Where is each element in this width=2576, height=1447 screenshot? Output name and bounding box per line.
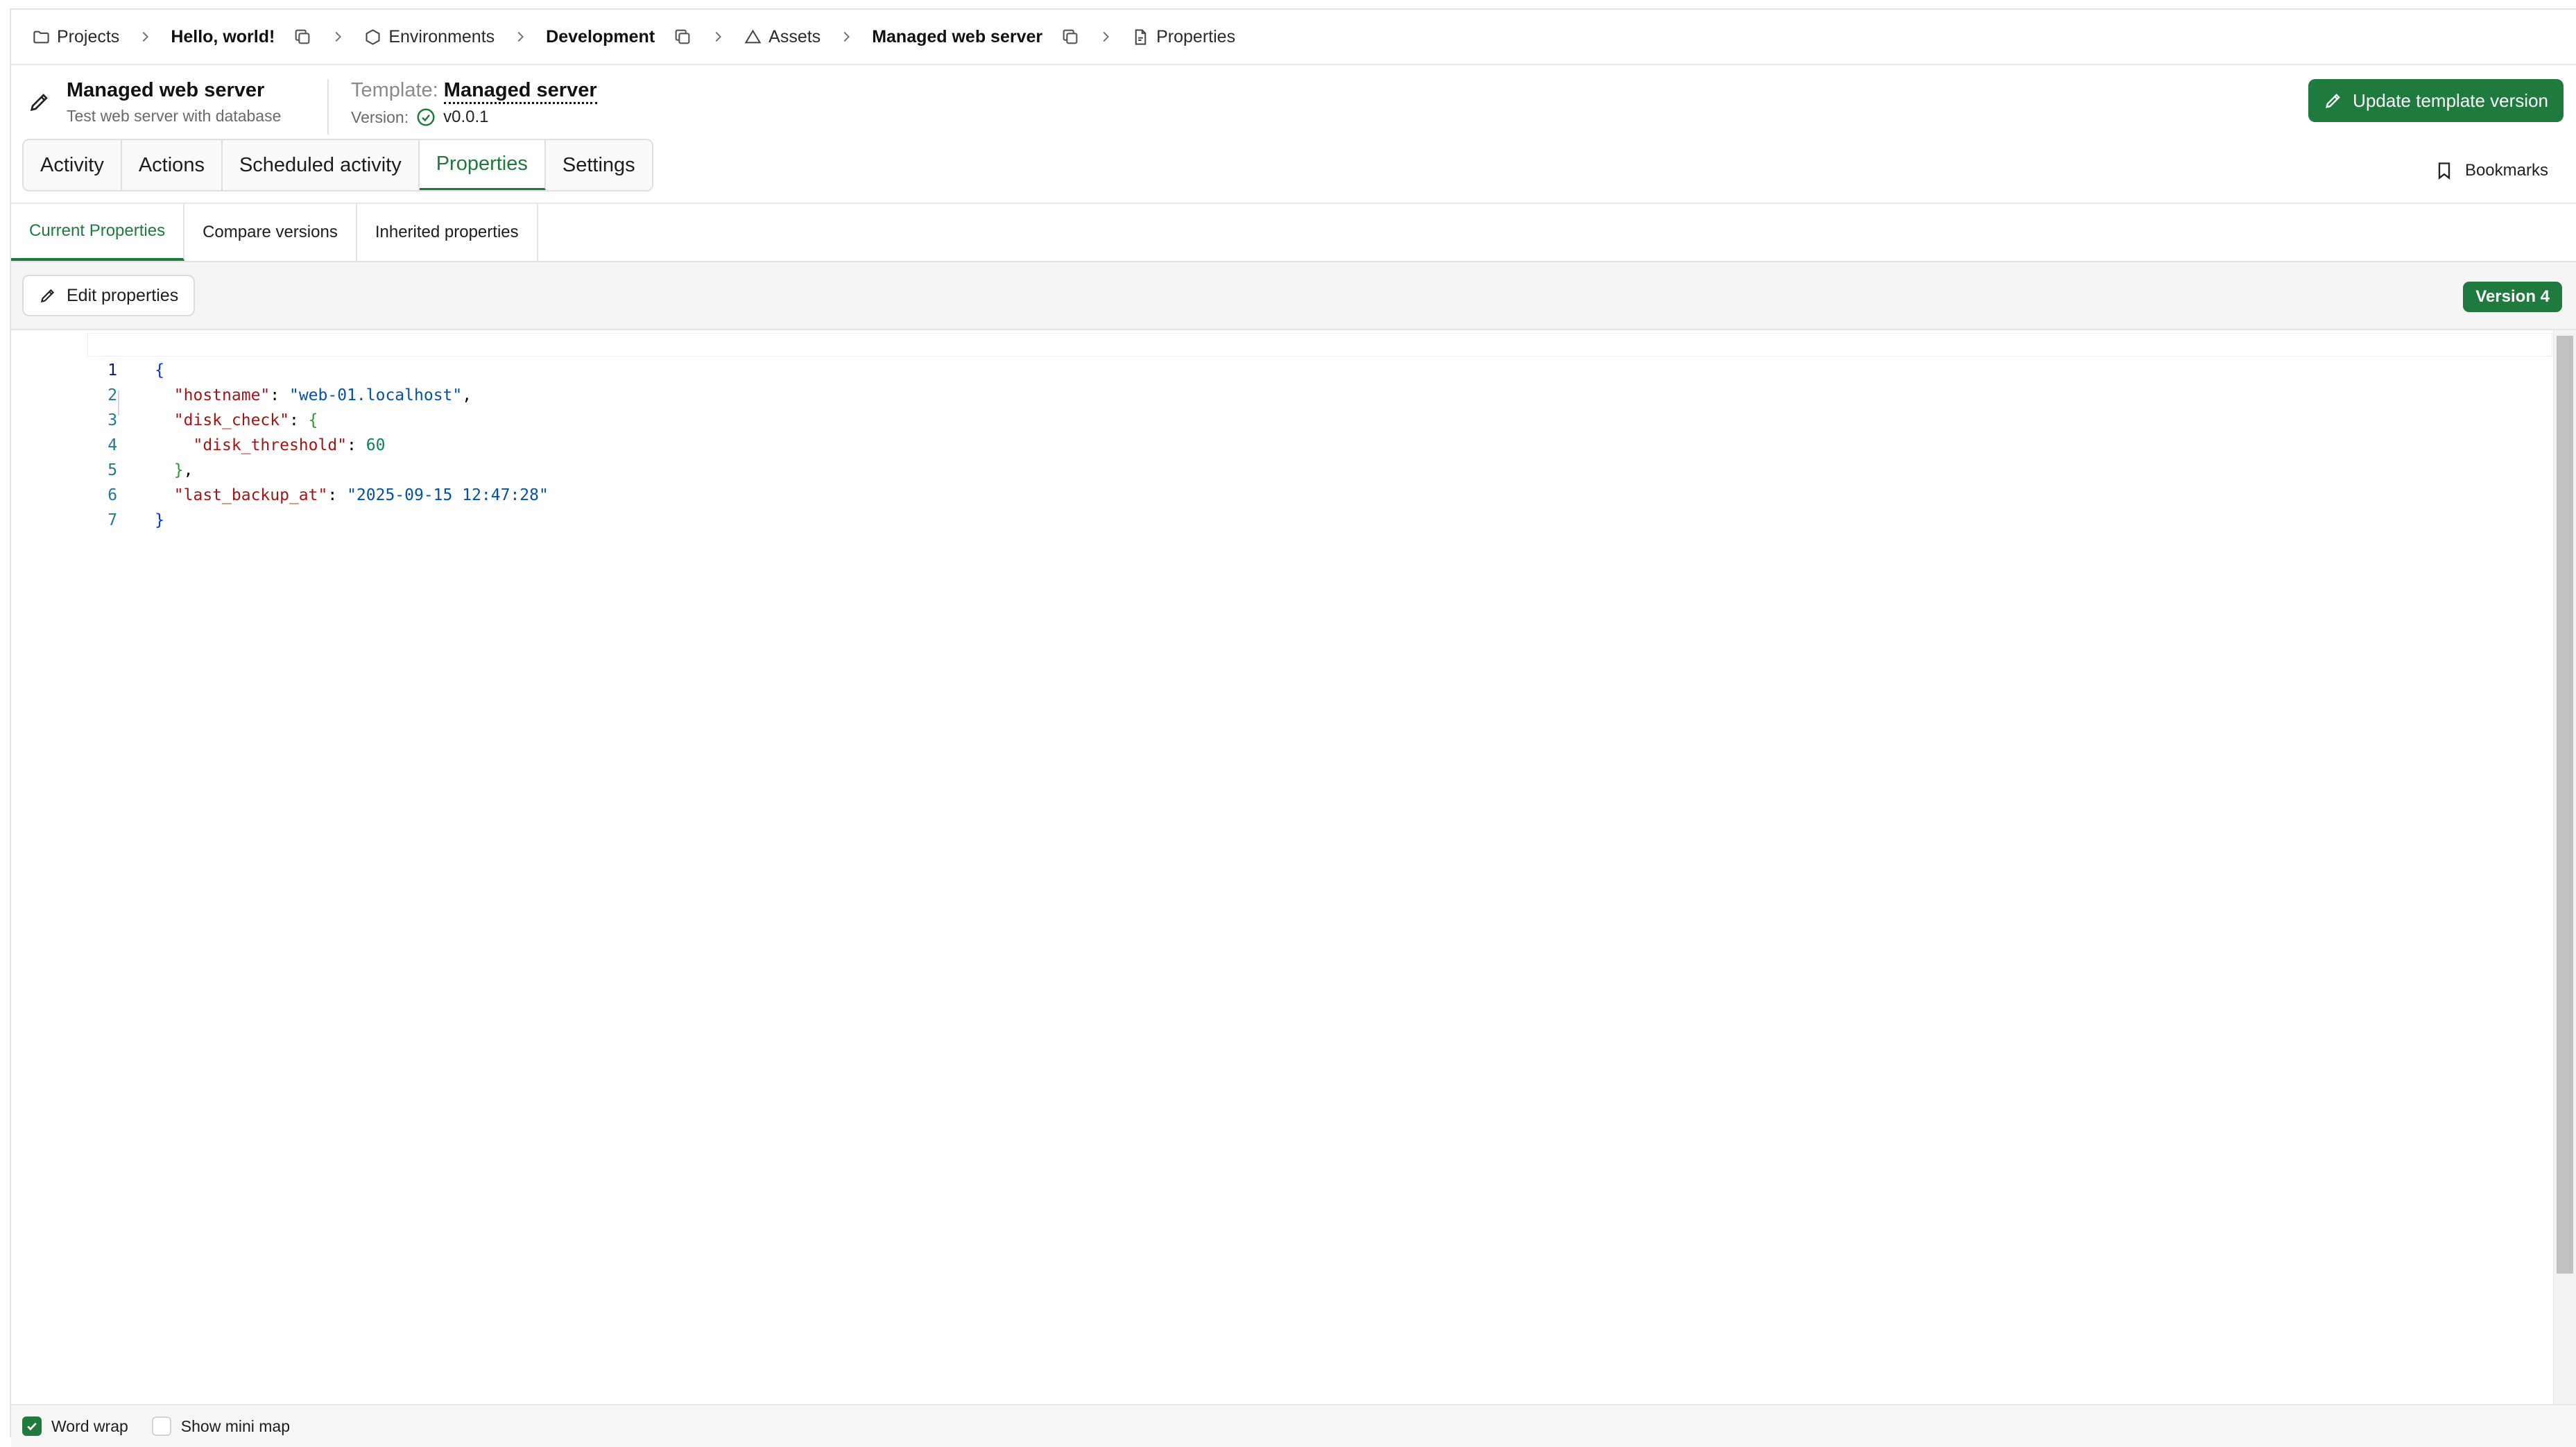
triangle-icon bbox=[744, 29, 762, 43]
pencil-icon bbox=[2326, 94, 2340, 108]
breadcrumb-properties-label: Properties bbox=[1156, 26, 1236, 46]
breadcrumb-asset-label: Managed web server bbox=[872, 26, 1043, 46]
bookmark-icon bbox=[2438, 162, 2450, 180]
breadcrumb-environments-label: Environments bbox=[388, 26, 495, 46]
breadcrumb-project-label: Hello, world! bbox=[171, 26, 275, 46]
update-template-version-label: Update template version bbox=[2353, 89, 2548, 111]
edit-properties-label: Edit properties bbox=[67, 285, 179, 305]
asset-title: Managed web server bbox=[67, 79, 265, 101]
bookmarks-button[interactable]: Bookmarks bbox=[2435, 161, 2548, 180]
header-divider bbox=[327, 79, 329, 135]
chevron-right-icon bbox=[142, 31, 149, 42]
chevron-right-icon bbox=[335, 31, 342, 42]
breadcrumb-environment[interactable]: Development bbox=[546, 27, 655, 47]
breadcrumb-projects[interactable]: Projects bbox=[32, 27, 119, 47]
code-line: 2 "hostname": "web-01.localhost", bbox=[11, 358, 472, 404]
json-key: "last_backup_at" bbox=[173, 486, 328, 504]
check-icon bbox=[27, 1422, 37, 1431]
tab-actions[interactable]: Actions bbox=[121, 140, 223, 190]
tab-properties[interactable]: Properties bbox=[419, 140, 546, 190]
breadcrumb-assets-label: Assets bbox=[768, 26, 821, 46]
template-info: Template: Managed server bbox=[351, 79, 597, 104]
chevron-right-icon bbox=[715, 31, 722, 42]
hexagon-icon bbox=[366, 28, 380, 45]
chevron-right-icon bbox=[843, 31, 850, 42]
subtabs: Current Properties Compare versions Inhe… bbox=[11, 203, 2576, 262]
show-mini-map-label: Show mini map bbox=[180, 1416, 291, 1435]
breadcrumb-project[interactable]: Hello, world! bbox=[171, 27, 275, 47]
properties-toolbar: Edit properties Version 4 bbox=[11, 262, 2576, 330]
document-icon bbox=[1135, 28, 1147, 45]
breadcrumb-properties[interactable]: Properties bbox=[1131, 27, 1235, 47]
code-line: 5 }, bbox=[11, 433, 193, 479]
version-value: v0.0.1 bbox=[443, 108, 489, 126]
template-link[interactable]: Managed server bbox=[443, 79, 597, 104]
editor-footer: Word wrap Show mini map bbox=[11, 1404, 2576, 1447]
edit-properties-button[interactable]: Edit properties bbox=[22, 275, 196, 316]
line-number: 7 bbox=[108, 511, 118, 529]
app-frame: Projects Hello, world! Environments Deve… bbox=[10, 8, 2576, 1447]
pencil-icon[interactable] bbox=[28, 90, 51, 114]
breadcrumb-assets[interactable]: Assets bbox=[744, 27, 821, 47]
copy-icon[interactable] bbox=[673, 27, 692, 46]
version-label: Version: bbox=[351, 108, 409, 126]
main-tabs: Activity Actions Scheduled activity Prop… bbox=[22, 139, 653, 191]
json-key: "disk_threshold" bbox=[193, 436, 347, 454]
version-badge: Version 4 bbox=[2463, 282, 2562, 312]
breadcrumb-environments[interactable]: Environments bbox=[363, 27, 495, 47]
folder-icon bbox=[33, 31, 49, 43]
show-mini-map-checkbox[interactable]: Show mini map bbox=[151, 1416, 291, 1436]
checkbox-checked[interactable] bbox=[22, 1416, 42, 1436]
pencil-icon bbox=[40, 289, 55, 303]
bookmarks-label: Bookmarks bbox=[2464, 161, 2548, 180]
word-wrap-label: Word wrap bbox=[51, 1416, 128, 1435]
copy-icon[interactable] bbox=[293, 27, 312, 46]
version-info: Version: v0.0.1 bbox=[351, 107, 489, 128]
json-number: 60 bbox=[366, 436, 386, 454]
code-line: 3 "disk_check": { bbox=[11, 383, 318, 429]
tab-settings[interactable]: Settings bbox=[545, 140, 652, 190]
json-string: "2025-09-15 12:47:28" bbox=[347, 486, 549, 504]
update-template-version-button[interactable]: Update template version bbox=[2308, 79, 2564, 122]
code-editor[interactable]: 1{ 2 "hostname": "web-01.localhost", 3 "… bbox=[11, 330, 2576, 1404]
tab-scheduled-activity[interactable]: Scheduled activity bbox=[222, 140, 420, 190]
subtab-compare-versions[interactable]: Compare versions bbox=[184, 204, 357, 261]
breadcrumb-asset[interactable]: Managed web server bbox=[872, 27, 1042, 47]
check-circle-icon bbox=[417, 108, 435, 126]
chevron-right-icon bbox=[1103, 31, 1110, 42]
breadcrumb: Projects Hello, world! Environments Deve… bbox=[11, 10, 2576, 65]
checkbox-unchecked[interactable] bbox=[151, 1416, 171, 1436]
asset-description: Test web server with database bbox=[67, 107, 282, 125]
tab-activity[interactable]: Activity bbox=[24, 140, 122, 190]
code-line: 1{ bbox=[11, 333, 164, 379]
editor-scrollbar-thumb[interactable] bbox=[2557, 336, 2573, 1274]
copy-icon[interactable] bbox=[1061, 27, 1080, 46]
code-line: 4 "disk_threshold": 60 bbox=[11, 408, 385, 454]
subtab-current-properties[interactable]: Current Properties bbox=[11, 204, 185, 261]
current-line-highlight bbox=[87, 333, 2552, 357]
code-line: 6 "last_backup_at": "2025-09-15 12:47:28… bbox=[11, 458, 549, 504]
editor-scrollbar[interactable] bbox=[2553, 330, 2576, 1404]
breadcrumb-environment-label: Development bbox=[546, 26, 655, 46]
breadcrumb-projects-label: Projects bbox=[57, 26, 120, 46]
word-wrap-checkbox[interactable]: Word wrap bbox=[22, 1416, 128, 1436]
code-line: 7} bbox=[11, 483, 164, 529]
chevron-right-icon bbox=[517, 31, 524, 42]
template-label: Template: bbox=[351, 79, 438, 101]
subtab-inherited-properties[interactable]: Inherited properties bbox=[357, 204, 538, 261]
